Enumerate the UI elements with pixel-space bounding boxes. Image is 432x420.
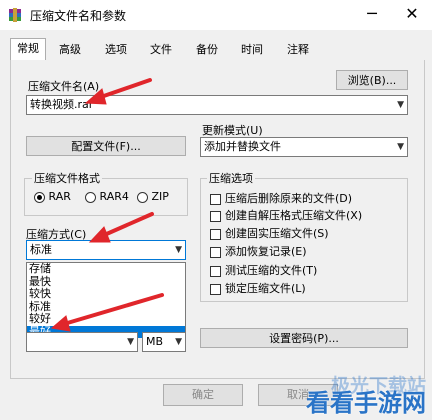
arrowhead-icon	[50, 315, 71, 332]
watermark-kankan: 看看手游网	[306, 389, 426, 417]
annotation-arrow-best	[62, 293, 164, 326]
arrowhead-icon	[88, 226, 111, 243]
annotation-arrow-filename	[96, 78, 152, 100]
annotation-arrows	[50, 78, 164, 332]
annotation-arrow-method	[100, 212, 154, 238]
arrowhead-icon	[84, 88, 107, 105]
